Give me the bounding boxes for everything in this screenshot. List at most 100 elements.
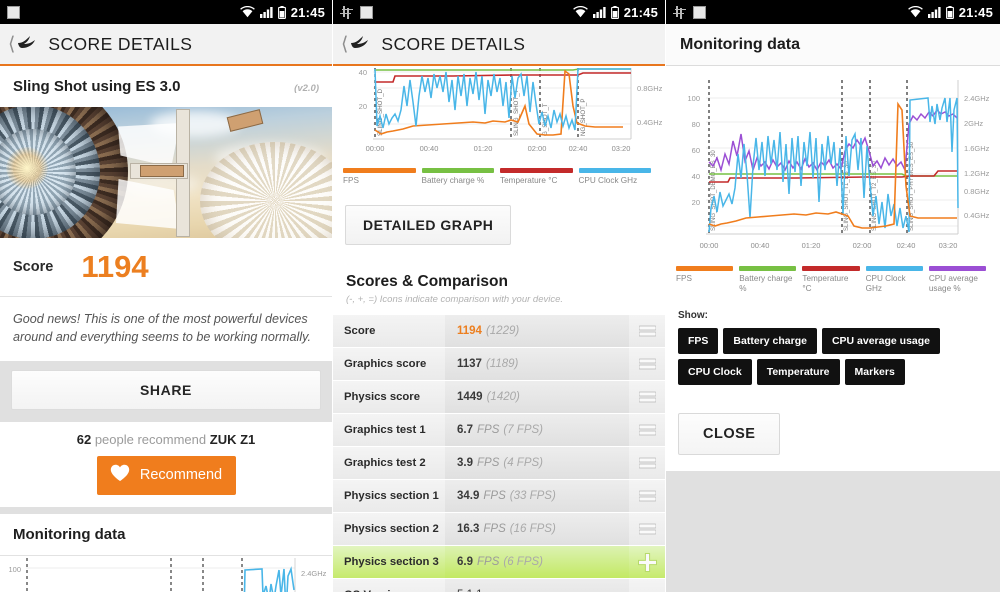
- row-value: 16.3 FPS (16 FPS): [445, 513, 629, 546]
- status-bar-right-icons: 21:45: [907, 5, 993, 20]
- row-value-main: 6.9: [457, 556, 473, 569]
- row-label: Graphics score: [344, 358, 427, 371]
- row-value-compare: (4 FPS): [503, 457, 543, 470]
- plus-icon: [629, 552, 665, 572]
- row-value: 1449 (1420): [445, 381, 629, 414]
- panel-score-details: 21:45 ⟨ SCORE DETAILS Sling Shot using E…: [0, 0, 333, 592]
- svg-text:02:00: 02:00: [528, 144, 547, 153]
- monitoring-title: Monitoring data: [13, 525, 126, 543]
- svg-text:03:20: 03:20: [612, 144, 631, 153]
- app-bar: Monitoring data: [666, 24, 1000, 66]
- svg-text:2.4GHz: 2.4GHz: [301, 569, 327, 578]
- svg-text:80: 80: [692, 120, 700, 129]
- score-news-text: Good news! This is one of the most power…: [13, 312, 311, 345]
- legend-label: Temperature °C: [500, 176, 558, 185]
- panel-monitoring-data: 21:45 Monitoring data 100 80 60 40 20 2.4GH…: [666, 0, 1000, 592]
- share-button[interactable]: SHARE: [11, 369, 321, 410]
- page-title: SCORE DETAILS: [381, 33, 526, 54]
- svg-text:02:40: 02:40: [569, 144, 588, 153]
- chip-fps[interactable]: FPS: [678, 327, 719, 354]
- app-bar: ⟨ SCORE DETAILS: [0, 24, 332, 66]
- row-value-main: 1194: [457, 325, 482, 338]
- square-icon: [7, 5, 20, 19]
- recommend-count-text: 62 people recommend ZUK Z1: [0, 432, 332, 447]
- legend-item: CPU Clock GHz: [865, 266, 929, 295]
- row-label: Score: [344, 325, 376, 338]
- row-label: Graphics test 2: [344, 457, 426, 470]
- wifi-icon: [907, 6, 923, 18]
- monitoring-graph-clipped[interactable]: 40 20 0.8GHz 0.4GHz SLING_SHOT_D SLING_S…: [333, 66, 665, 194]
- detailed-graph-button[interactable]: DETAILED GRAPH: [345, 205, 512, 246]
- recommend-button[interactable]: Recommend: [96, 455, 236, 495]
- benchmark-card: Sling Shot using ES 3.0 (v2.0) Score 119…: [0, 66, 332, 361]
- clock-time: 21:45: [623, 4, 658, 20]
- row-value-compare: (1189): [485, 358, 519, 371]
- table-row[interactable]: Physics score 1449 (1420): [333, 381, 665, 415]
- back-arrow-icon[interactable]: ⟨: [341, 35, 348, 54]
- heart-icon: [110, 464, 130, 486]
- equals-icon: [629, 391, 665, 403]
- row-value: 1137 (1189): [445, 348, 629, 381]
- row-value: 6.7 FPS (7 FPS): [445, 414, 629, 447]
- status-bar-left-icons: [340, 5, 373, 19]
- page-title: SCORE DETAILS: [48, 33, 193, 54]
- monitoring-graph-full[interactable]: 100 80 60 40 20 2.4GHz 2GHz 1.6GHz 1.2GHz 0.8G…: [666, 66, 1000, 302]
- svg-text:2.4GHz: 2.4GHz: [964, 94, 990, 103]
- close-button[interactable]: CLOSE: [678, 412, 781, 455]
- legend-item: Temperature °C: [802, 266, 865, 295]
- three-phone-screenshots: 21:45 ⟨ SCORE DETAILS Sling Shot using E…: [0, 0, 1000, 592]
- scores-comparison-header: Scores & Comparison (-, +, =) Icons indi…: [333, 261, 665, 316]
- equals-icon: [629, 424, 665, 436]
- svg-text:01:20: 01:20: [802, 241, 821, 250]
- svg-text:0.8GHz: 0.8GHz: [637, 84, 663, 93]
- chip-cpu-average-usage[interactable]: CPU average usage: [821, 327, 941, 354]
- chip-markers[interactable]: Markers: [844, 358, 905, 385]
- table-row[interactable]: Physics section 2 16.3 FPS (16 FPS): [333, 513, 665, 547]
- status-bar-right-icons: 21:45: [239, 5, 325, 20]
- svg-text:1.6GHz: 1.6GHz: [964, 144, 990, 153]
- row-value-compare: (16 FPS): [509, 523, 556, 536]
- monitoring-card: Monitoring data 100 80 2.4GHz 2GHz: [0, 513, 332, 592]
- row-value-compare: (1420): [486, 391, 520, 404]
- benchmark-version: (v2.0): [294, 83, 319, 94]
- table-row[interactable]: Graphics test 1 6.7 FPS (7 FPS): [333, 414, 665, 448]
- svg-text:NG_SHOT_P: NG_SHOT_P: [580, 99, 587, 136]
- svg-text:100: 100: [687, 94, 700, 103]
- legend-label: Temperature °C: [802, 274, 849, 294]
- row-value-main: 16.3: [457, 523, 480, 536]
- svg-text:00:00: 00:00: [366, 144, 385, 153]
- row-value-unit: FPS: [483, 523, 506, 536]
- chip-battery-charge[interactable]: Battery charge: [723, 327, 817, 354]
- battery-icon: [610, 5, 619, 19]
- svg-text:00:40: 00:40: [751, 241, 770, 250]
- benchmark-title: Sling Shot using ES 3.0: [13, 78, 181, 95]
- svg-text:02:40: 02:40: [897, 241, 916, 250]
- row-label: Physics section 1: [344, 490, 439, 503]
- share-section: SHARE: [0, 361, 332, 422]
- table-row[interactable]: Graphics test 2 3.9 FPS (4 FPS): [333, 447, 665, 481]
- crop-icon: [340, 5, 353, 19]
- table-row[interactable]: OS Version 5.1.1: [333, 579, 665, 592]
- table-row[interactable]: Graphics score 1137 (1189): [333, 348, 665, 382]
- svg-text:00:00: 00:00: [700, 241, 719, 250]
- table-row[interactable]: Score 1194 (1229): [333, 315, 665, 349]
- row-label: Graphics test 1: [344, 424, 426, 437]
- back-arrow-icon[interactable]: ⟨: [8, 35, 15, 54]
- benchmark-title-row: Sling Shot using ES 3.0 (v2.0): [0, 66, 332, 107]
- svg-text:02:00: 02:00: [853, 241, 872, 250]
- legend-item: CPU Clock GHz: [578, 168, 658, 186]
- svg-text:60: 60: [692, 146, 700, 155]
- svg-text:2GHz: 2GHz: [964, 119, 983, 128]
- wifi-icon: [572, 6, 588, 18]
- legend-item: FPS: [343, 168, 422, 186]
- row-value-main: 1449: [457, 391, 483, 404]
- recommend-button-label: Recommend: [139, 467, 223, 483]
- monitoring-graph-preview[interactable]: 100 80 2.4GHz 2GHz: [0, 555, 332, 592]
- chip-temperature[interactable]: Temperature: [756, 358, 840, 385]
- table-row[interactable]: Physics section 3 6.9 FPS (6 FPS): [333, 546, 665, 580]
- wifi-icon: [239, 6, 255, 18]
- row-value-compare: (33 FPS): [509, 490, 556, 503]
- table-row[interactable]: Physics section 1 34.9 FPS (33 FPS): [333, 480, 665, 514]
- graph-legend: FPS Battery charge % Temperature °C CPU …: [333, 163, 665, 193]
- chip-cpu-clock[interactable]: CPU Clock: [678, 358, 752, 385]
